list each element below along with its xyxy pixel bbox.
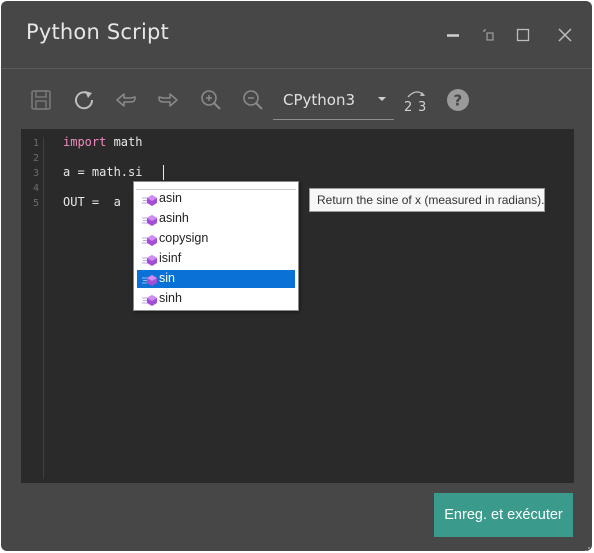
completion-label: copysign: [159, 231, 209, 245]
completion-item[interactable]: asin: [137, 190, 295, 208]
code-line-3: a = math.si: [63, 165, 143, 179]
save-and-run-button[interactable]: Enreg. et exécuter: [434, 493, 573, 537]
undo-icon[interactable]: [113, 87, 139, 113]
redo-icon[interactable]: [155, 87, 181, 113]
completion-item[interactable]: copysign: [137, 230, 295, 248]
code-line-1: import math: [63, 135, 142, 149]
line-number: 3: [33, 168, 40, 179]
svg-text:2: 2: [404, 100, 412, 113]
minimize-icon[interactable]: [441, 23, 465, 47]
save-icon[interactable]: [28, 87, 54, 113]
python-engine-dropdown[interactable]: CPython3: [273, 85, 394, 120]
method-icon: [142, 192, 158, 206]
completion-item[interactable]: asinh: [137, 210, 295, 228]
line-number: 5: [33, 198, 40, 209]
title-bar: Python Script: [1, 1, 592, 68]
completion-label: asin: [159, 191, 182, 205]
engine-selected-value: CPython3: [283, 91, 356, 109]
svg-text:3: 3: [418, 100, 426, 113]
completion-label: asinh: [159, 211, 189, 225]
method-icon: [142, 292, 158, 306]
run-icon[interactable]: [71, 87, 97, 113]
python-script-window: Python Script 2 3 ? CPython3 1 2 3 4 5 i…: [1, 1, 592, 551]
completion-item-selected[interactable]: sin: [137, 270, 295, 288]
help-icon[interactable]: ?: [445, 87, 471, 113]
close-icon[interactable]: [553, 23, 577, 47]
line-number: 4: [33, 183, 40, 194]
zoom-in-icon[interactable]: [198, 87, 224, 113]
method-icon: [142, 212, 158, 226]
pop-out-icon[interactable]: [476, 23, 500, 47]
code-line-5: OUT = a: [63, 195, 121, 209]
completion-label: sinh: [159, 291, 182, 305]
svg-text:?: ?: [454, 92, 463, 110]
method-icon: [142, 252, 158, 266]
gutter-divider: [43, 137, 44, 479]
window-title: Python Script: [26, 20, 169, 44]
completion-label: sin: [159, 271, 175, 285]
completion-item[interactable]: isinf: [137, 250, 295, 268]
completion-label: isinf: [159, 251, 182, 265]
tooltip-text: Return the sine of x (measured in radian…: [317, 193, 545, 207]
autocomplete-popup: asin asinh copysign isinf sin sinh: [133, 181, 299, 311]
method-icon: [142, 272, 158, 286]
text-cursor: [163, 165, 164, 180]
line-number: 2: [33, 153, 40, 164]
keyword-import: import: [63, 135, 107, 149]
resize-grip-icon[interactable]: [581, 538, 591, 551]
line-number: 1: [33, 138, 40, 149]
chevron-down-icon: [378, 97, 386, 101]
zoom-out-icon[interactable]: [240, 87, 266, 113]
convert-2to3-icon[interactable]: 2 3: [401, 87, 431, 115]
code-text: math: [106, 135, 143, 149]
documentation-tooltip: Return the sine of x (measured in radian…: [309, 188, 545, 212]
method-icon: [142, 232, 158, 246]
completion-item[interactable]: sinh: [137, 290, 295, 308]
maximize-icon[interactable]: [511, 23, 535, 47]
